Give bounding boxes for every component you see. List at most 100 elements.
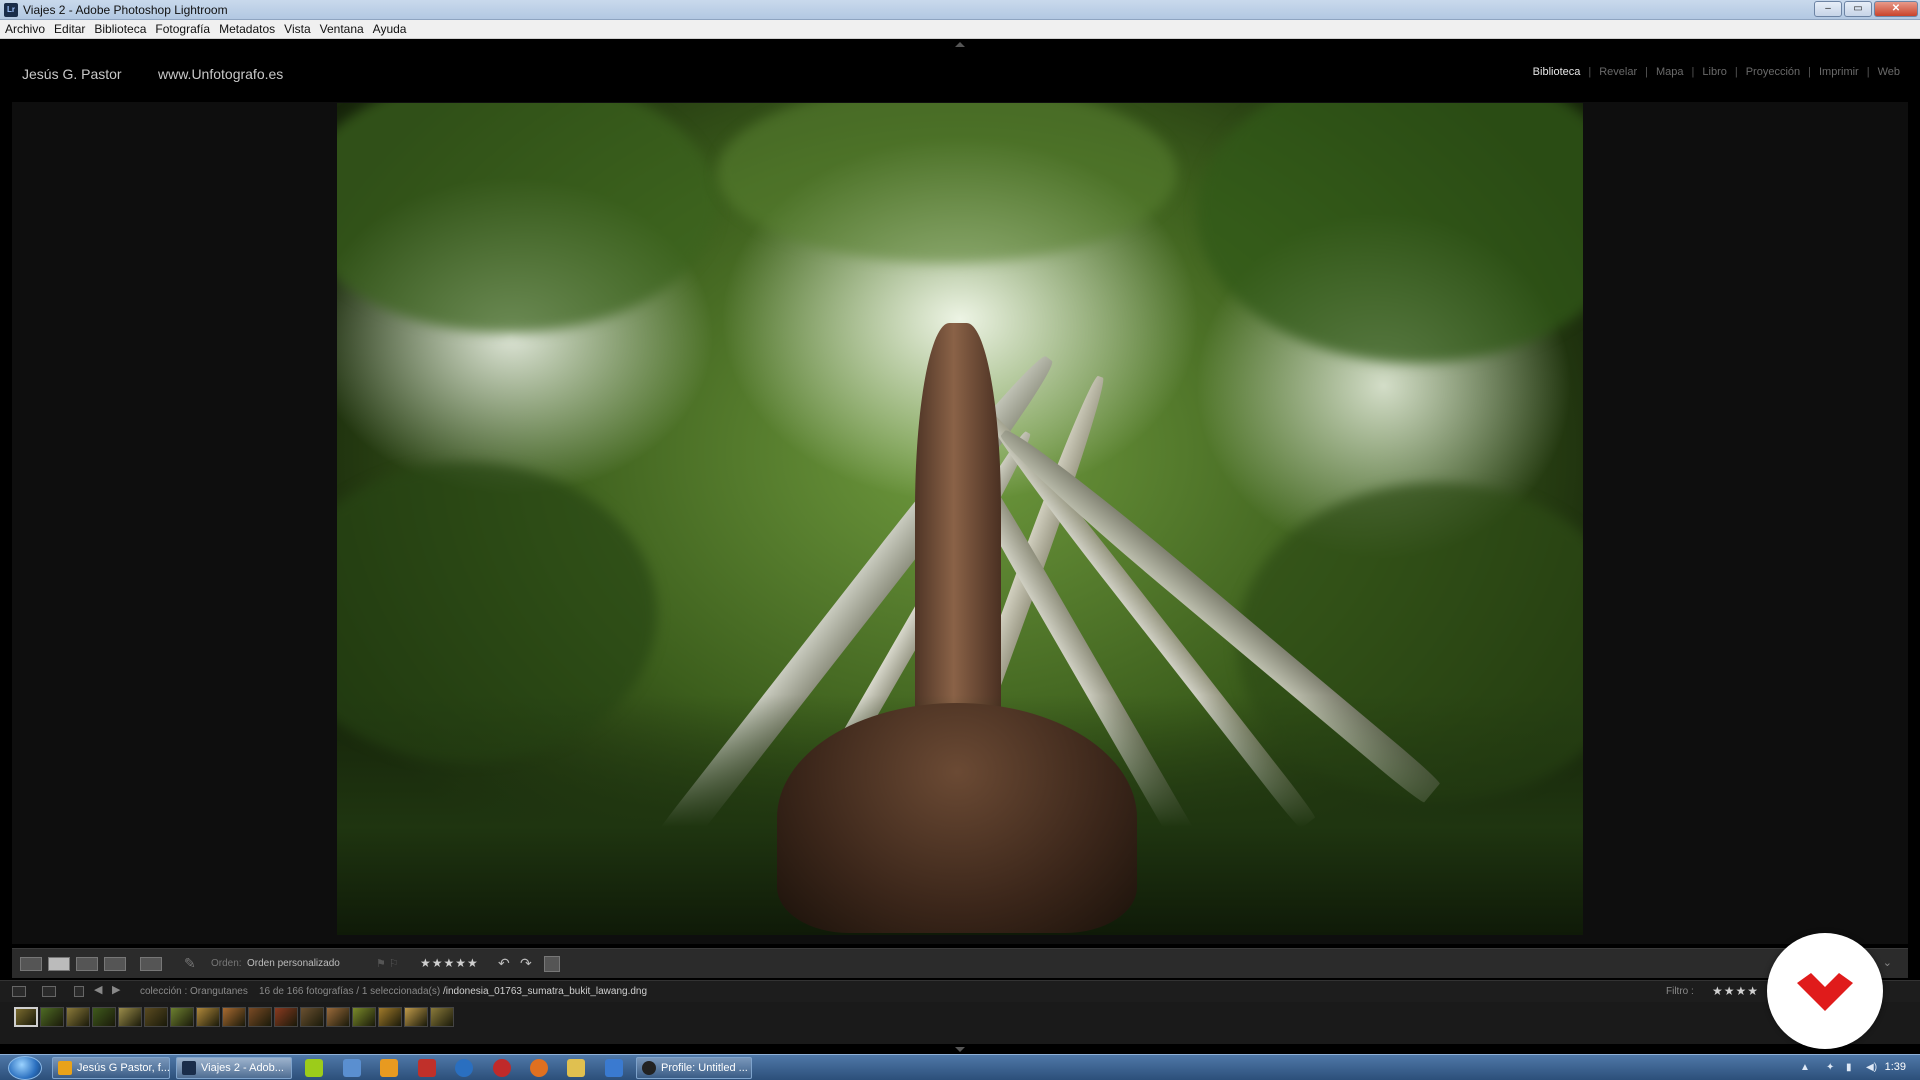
photo-tree-base (777, 703, 1137, 933)
back-arrow-icon[interactable]: ◀ (94, 983, 102, 996)
top-panel-toggle-icon[interactable] (955, 42, 965, 47)
filmstrip-header: ◀ ▶ colección : Orangutanes 16 de 166 fo… (0, 980, 1920, 1002)
quicklaunch-icon[interactable] (530, 1059, 548, 1077)
module-libro[interactable]: Libro (1694, 66, 1734, 78)
volume-icon[interactable]: ◀) (1866, 1062, 1877, 1073)
photo-canopy (337, 103, 717, 333)
quicklaunch-icon[interactable] (305, 1059, 323, 1077)
filmstrip-thumbnail[interactable] (196, 1007, 220, 1027)
toolbar-content-menu[interactable]: ⌄ (1883, 956, 1892, 969)
module-biblioteca[interactable]: Biblioteca (1525, 66, 1589, 78)
taskbar-task-profile[interactable]: Profile: Untitled ... (636, 1057, 752, 1079)
taskbar-task-browser[interactable]: Jesús G Pastor, f... (52, 1057, 170, 1079)
menu-editar[interactable]: Editar (54, 20, 91, 38)
library-toolbar: ✎ Orden: Orden personalizado ⚑ ⚐ ★★★★★ ↶… (12, 948, 1908, 978)
photo-count: 16 de 166 fotografías / 1 seleccionada(s… (258, 986, 441, 997)
filmstrip-thumbnail[interactable] (144, 1007, 168, 1027)
filmstrip-thumbnail[interactable] (170, 1007, 194, 1027)
forward-arrow-icon[interactable]: ▶ (112, 983, 120, 996)
survey-view-icon[interactable] (104, 957, 126, 971)
tray-clock[interactable]: 1:39 (1885, 1061, 1906, 1073)
photo-canopy (717, 103, 1177, 263)
close-button[interactable]: ✕ (1874, 1, 1918, 17)
quicklaunch-icon[interactable] (493, 1059, 511, 1077)
filmstrip-thumbnail[interactable] (404, 1007, 428, 1027)
filmstrip-thumbnail[interactable] (222, 1007, 246, 1027)
restore-button[interactable]: ▭ (1844, 1, 1872, 17)
menu-archivo[interactable]: Archivo (5, 20, 51, 38)
task-label: Jesús G Pastor, f... (77, 1062, 170, 1074)
grid-shortcut-icon[interactable] (74, 986, 84, 997)
start-orb-icon[interactable] (8, 1056, 42, 1080)
menu-biblioteca[interactable]: Biblioteca (94, 20, 152, 38)
network-icon[interactable]: ✦ (1826, 1062, 1834, 1073)
menu-ayuda[interactable]: Ayuda (373, 20, 413, 38)
menu-bar: Archivo Editar Biblioteca Fotografía Met… (0, 20, 1920, 39)
module-revelar[interactable]: Revelar (1591, 66, 1645, 78)
filmstrip-thumbnail[interactable] (430, 1007, 454, 1027)
quicklaunch-icon[interactable] (418, 1059, 436, 1077)
quicklaunch-icon[interactable] (605, 1059, 623, 1077)
app-icon (642, 1061, 656, 1075)
second-window-icon[interactable] (42, 986, 56, 997)
lightroom-icon: Lr (4, 3, 18, 17)
window-controls: – ▭ ✕ (1814, 1, 1918, 17)
menu-vista[interactable]: Vista (284, 20, 316, 38)
people-view-icon[interactable] (140, 957, 162, 971)
menu-metadatos[interactable]: Metadatos (219, 20, 281, 38)
sort-order-dropdown[interactable]: Orden personalizado (247, 958, 340, 969)
filmstrip-thumbnail[interactable] (352, 1007, 376, 1027)
bottom-panel-toggle-icon[interactable] (955, 1047, 965, 1052)
tray-expand-icon[interactable]: ▲ (1800, 1062, 1810, 1073)
filmstrip-thumbnail[interactable] (118, 1007, 142, 1027)
module-mapa[interactable]: Mapa (1648, 66, 1692, 78)
compare-view-icon[interactable] (76, 957, 98, 971)
main-window-icon[interactable] (12, 986, 26, 997)
grid-view-icon[interactable] (20, 957, 42, 971)
taskbar-task-lightroom[interactable]: Viajes 2 - Adob... (176, 1057, 292, 1079)
loupe-view-icon[interactable] (48, 957, 70, 971)
filmstrip-thumbnail[interactable] (274, 1007, 298, 1027)
crop-icon[interactable] (544, 956, 560, 972)
browser-icon (58, 1061, 72, 1075)
filmstrip-source-path[interactable]: colección : Orangutanes 16 de 166 fotogr… (140, 986, 647, 997)
filmstrip-thumbnail[interactable] (66, 1007, 90, 1027)
filmstrip-thumbnail[interactable] (92, 1007, 116, 1027)
quicklaunch-icon[interactable] (455, 1059, 473, 1077)
window-titlebar: Lr Viajes 2 - Adobe Photoshop Lightroom … (0, 0, 1920, 20)
painter-icon[interactable]: ✎ (184, 955, 196, 972)
filmstrip-thumbnail[interactable] (248, 1007, 272, 1027)
window-title: Viajes 2 - Adobe Photoshop Lightroom (23, 3, 228, 17)
power-icon[interactable]: ▮ (1846, 1062, 1852, 1073)
watermark-logo-icon (1767, 933, 1883, 1049)
filmstrip (0, 1002, 1920, 1044)
filmstrip-thumbnail[interactable] (40, 1007, 64, 1027)
filmstrip-thumbnail[interactable] (300, 1007, 324, 1027)
loupe-photo[interactable] (337, 103, 1583, 935)
module-imprimir[interactable]: Imprimir (1811, 66, 1867, 78)
filter-stars[interactable]: ★★★★ (1712, 984, 1759, 998)
lightroom-icon (182, 1061, 196, 1075)
quicklaunch-icon[interactable] (567, 1059, 585, 1077)
menu-ventana[interactable]: Ventana (320, 20, 370, 38)
quicklaunch-icon[interactable] (343, 1059, 361, 1077)
filmstrip-thumbnail[interactable] (326, 1007, 350, 1027)
rotate-right-icon[interactable]: ↷ (520, 955, 532, 972)
module-proyeccion[interactable]: Proyección (1738, 66, 1808, 78)
watermark-chevron-icon (1797, 973, 1853, 1011)
flag-buttons[interactable]: ⚑ ⚐ (376, 957, 399, 970)
filmstrip-thumbnail[interactable] (14, 1007, 38, 1027)
sort-order-label: Orden: (211, 958, 242, 969)
rating-stars[interactable]: ★★★★★ (420, 956, 479, 970)
module-web[interactable]: Web (1870, 66, 1908, 78)
quicklaunch-icon[interactable] (380, 1059, 398, 1077)
menu-fotografia[interactable]: Fotografía (155, 20, 216, 38)
minimize-button[interactable]: – (1814, 1, 1842, 17)
filter-label: Filtro : (1666, 986, 1694, 997)
filmstrip-thumbnail[interactable] (378, 1007, 402, 1027)
source-collection: colección : Orangutanes (140, 986, 248, 997)
current-file-name: /indonesia_01763_sumatra_bukit_lawang.dn… (442, 986, 648, 997)
windows-taskbar: Jesús G Pastor, f... Viajes 2 - Adob... … (0, 1054, 1920, 1080)
identity-name: Jesús G. Pastor (22, 66, 122, 82)
rotate-left-icon[interactable]: ↶ (498, 955, 510, 972)
